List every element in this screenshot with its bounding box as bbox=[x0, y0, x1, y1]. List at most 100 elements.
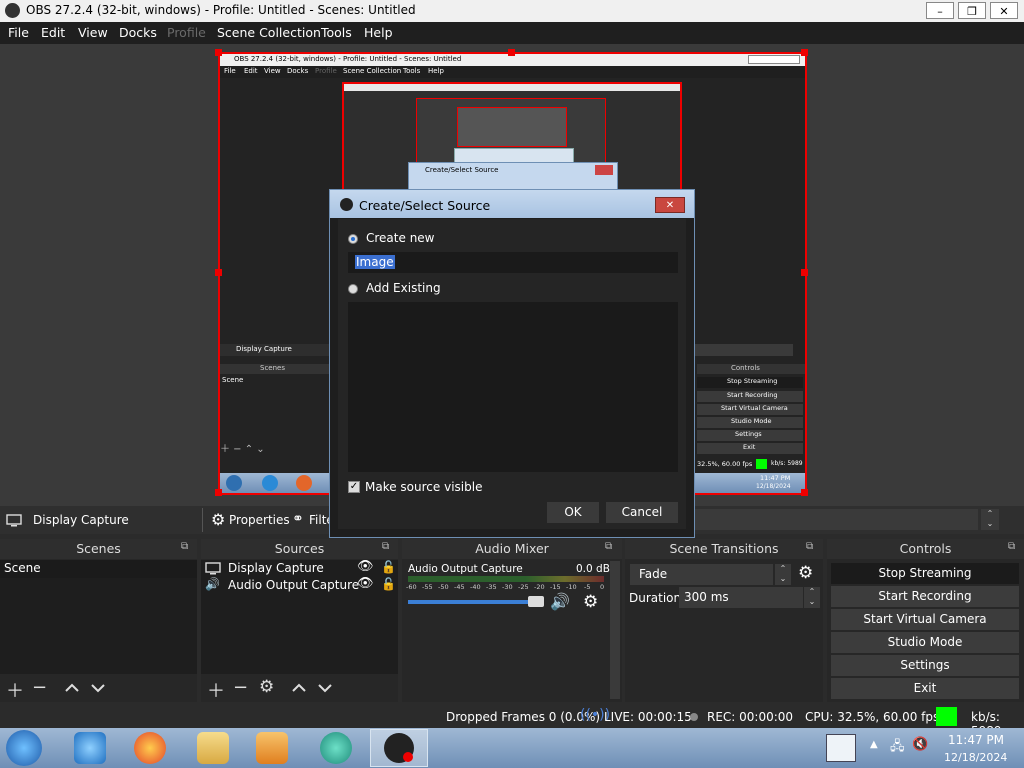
make-visible-label[interactable]: Make source visible bbox=[365, 480, 482, 494]
scene-name: Scene bbox=[4, 561, 41, 575]
nested-menu-help: Help bbox=[428, 67, 444, 75]
scenes-dock-title: Scenes bbox=[0, 539, 197, 559]
close-button[interactable]: ✕ bbox=[990, 2, 1018, 19]
nested-preview-level-4 bbox=[457, 107, 567, 147]
add-existing-label[interactable]: Add Existing bbox=[366, 281, 441, 295]
studio-mode-button[interactable]: Studio Mode bbox=[831, 632, 1019, 653]
taskbar-clock[interactable]: 11:47 PM bbox=[948, 733, 1004, 747]
mixer-gear-icon[interactable]: ⚙ bbox=[583, 592, 598, 612]
transitions-dock-float-icon[interactable]: ⧉ bbox=[806, 541, 813, 552]
internet-explorer-icon[interactable] bbox=[74, 732, 106, 764]
add-scene-button[interactable]: ＋ bbox=[6, 677, 24, 703]
sources-dock-float-icon[interactable]: ⧉ bbox=[382, 541, 389, 552]
maximize-button[interactable]: ❐ bbox=[958, 2, 986, 19]
source-item-audio-output[interactable]: 🔊 Audio Output Capture 👁 🔓 bbox=[201, 576, 398, 594]
resize-handle-top-left[interactable] bbox=[215, 49, 222, 56]
resize-handle-right[interactable] bbox=[801, 269, 808, 276]
make-visible-checkbox[interactable]: ✓ bbox=[348, 481, 360, 493]
transition-gear-icon[interactable]: ⚙ bbox=[798, 563, 813, 583]
gear-icon[interactable]: ⚙ bbox=[211, 510, 225, 529]
mixer-scrollbar[interactable] bbox=[610, 561, 620, 699]
mixer-dock-float-icon[interactable]: ⧉ bbox=[605, 541, 612, 552]
controls-dock-float-icon[interactable]: ⧉ bbox=[1008, 541, 1015, 552]
resize-handle-bottom-right[interactable] bbox=[801, 489, 808, 496]
taskbar-date[interactable]: 12/18/2024 bbox=[944, 751, 1007, 764]
start-button-icon[interactable] bbox=[6, 730, 42, 766]
start-virtual-camera-button[interactable]: Start Virtual Camera bbox=[831, 609, 1019, 630]
pen-tablet-icon[interactable] bbox=[826, 734, 856, 762]
move-down-icon[interactable] bbox=[317, 683, 333, 693]
eye-icon[interactable]: 👁 bbox=[357, 576, 374, 591]
menu-edit[interactable]: Edit bbox=[41, 25, 65, 40]
move-up-icon[interactable] bbox=[64, 683, 80, 693]
scene-list-item[interactable]: Scene bbox=[0, 560, 197, 578]
add-existing-radio[interactable] bbox=[348, 284, 358, 294]
menu-docks[interactable]: Docks bbox=[119, 25, 157, 40]
scene-list-area[interactable] bbox=[0, 578, 197, 674]
ok-button[interactable]: OK bbox=[547, 502, 599, 523]
volume-slider-track[interactable] bbox=[408, 600, 544, 604]
file-explorer-icon[interactable] bbox=[197, 732, 229, 764]
settings-button[interactable]: Settings bbox=[831, 655, 1019, 676]
existing-sources-list[interactable] bbox=[348, 302, 678, 472]
rec-indicator-icon bbox=[690, 713, 698, 721]
create-new-radio[interactable] bbox=[348, 234, 358, 244]
duration-input[interactable]: 300 ms bbox=[679, 587, 803, 608]
menu-view[interactable]: View bbox=[78, 25, 108, 40]
lock-icon[interactable]: 🔓 bbox=[381, 560, 396, 574]
minimize-button[interactable]: – bbox=[926, 2, 954, 19]
obs-taskbar-button[interactable] bbox=[370, 729, 428, 767]
properties-button[interactable]: Properties bbox=[229, 513, 290, 527]
resize-handle-top[interactable] bbox=[508, 49, 515, 56]
remove-scene-button[interactable]: − bbox=[32, 677, 47, 698]
lock-icon[interactable]: 🔓 bbox=[381, 577, 396, 591]
firefox-icon[interactable] bbox=[134, 732, 166, 764]
exit-button[interactable]: Exit bbox=[831, 678, 1019, 699]
remove-source-button[interactable]: − bbox=[233, 677, 248, 698]
resize-handle-bottom-left[interactable] bbox=[215, 489, 222, 496]
add-source-button[interactable]: ＋ bbox=[207, 677, 225, 703]
menu-profile[interactable]: Profile bbox=[167, 25, 206, 40]
volume-meter bbox=[408, 576, 604, 582]
stop-streaming-button[interactable]: Stop Streaming bbox=[831, 563, 1019, 584]
transition-select[interactable]: Fade bbox=[630, 564, 773, 585]
sources-dock: Sources ⧉ Display Capture 👁 🔓 🔊 Audio Ou… bbox=[201, 539, 398, 702]
scenes-dock-float-icon[interactable]: ⧉ bbox=[181, 541, 188, 552]
resize-handle-top-right[interactable] bbox=[801, 49, 808, 56]
transition-combo-top[interactable] bbox=[693, 509, 978, 530]
media-player-icon[interactable] bbox=[256, 732, 288, 764]
move-down-icon[interactable] bbox=[90, 683, 106, 693]
source-properties-gear-icon[interactable]: ⚙ bbox=[259, 677, 274, 697]
source-list[interactable]: Display Capture 👁 🔓 🔊 Audio Output Captu… bbox=[201, 559, 398, 674]
nested-controls-title: Controls bbox=[731, 364, 760, 372]
nested-exit-label: Exit bbox=[743, 443, 756, 451]
dialog-close-icon[interactable]: ✕ bbox=[655, 197, 685, 213]
start-recording-button[interactable]: Start Recording bbox=[831, 586, 1019, 607]
menu-tools[interactable]: Tools bbox=[321, 25, 352, 40]
nested-start-recording-label: Start Recording bbox=[727, 391, 778, 399]
spin-button-top[interactable]: ⌃ ⌄ bbox=[981, 509, 999, 530]
cpu-usage: CPU: 32.5%, 60.00 fps bbox=[805, 710, 940, 724]
menu-help[interactable]: Help bbox=[364, 25, 393, 40]
volume-muted-icon[interactable]: 🔇 bbox=[912, 737, 928, 752]
mute-speaker-icon[interactable]: 🔊 bbox=[550, 592, 570, 611]
duration-stepper[interactable]: ⌃ ⌄ bbox=[804, 587, 820, 608]
source-name-input[interactable]: Image bbox=[348, 252, 678, 273]
app-icon[interactable] bbox=[320, 732, 352, 764]
transition-spin-button[interactable]: ⌃ ⌄ bbox=[775, 564, 791, 585]
volume-slider-handle[interactable] bbox=[528, 596, 544, 607]
cancel-button[interactable]: Cancel bbox=[606, 502, 678, 523]
nested-clock: 11:47 PM bbox=[760, 474, 791, 482]
resize-handle-left[interactable] bbox=[215, 269, 222, 276]
network-icon[interactable]: 🖧 bbox=[890, 737, 905, 759]
menu-scene-collection[interactable]: Scene Collection bbox=[217, 25, 321, 40]
source-item-display-capture[interactable]: Display Capture 👁 🔓 bbox=[201, 559, 398, 577]
meter-scale: -60 -55 -50 -45 -40 -35 -30 -25 -20 -15 … bbox=[406, 583, 606, 593]
create-new-label[interactable]: Create new bbox=[366, 231, 435, 245]
move-up-icon[interactable] bbox=[291, 683, 307, 693]
show-hidden-icons-icon[interactable]: ▲ bbox=[870, 739, 878, 750]
audio-mixer-title: Audio Mixer bbox=[402, 539, 622, 559]
eye-icon[interactable]: 👁 bbox=[357, 559, 374, 574]
menu-file[interactable]: File bbox=[8, 25, 29, 40]
filters-icon[interactable]: ⚭ bbox=[292, 511, 304, 527]
